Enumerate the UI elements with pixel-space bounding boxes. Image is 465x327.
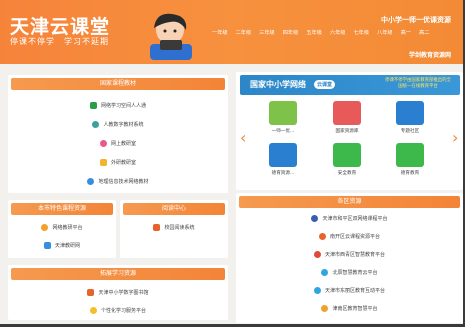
list-item[interactable]: 天津教研网 bbox=[8, 242, 116, 249]
screen-icon bbox=[396, 143, 424, 167]
dot-icon bbox=[321, 305, 329, 312]
grade-link[interactable]: 二年级 bbox=[232, 29, 256, 36]
national-cloud-banner[interactable]: 国家中小学网络 云课堂 停课不停学由国家教育部推出的全国统一在线教育平台 bbox=[240, 75, 460, 95]
list-item[interactable]: 南开区云课程资源平台 bbox=[236, 233, 463, 240]
book-icon bbox=[153, 224, 161, 231]
list-item[interactable]: 人教数字教材系统 bbox=[8, 121, 228, 128]
list-item[interactable]: 天津市和平区双网络课程平台 bbox=[236, 215, 463, 222]
panel-heading: 阅读中心 bbox=[123, 203, 225, 215]
library-icon bbox=[87, 289, 95, 296]
resource-tile[interactable]: 一师一优... bbox=[264, 101, 302, 134]
list-item[interactable]: 天津市东丽区教育互动平台 bbox=[236, 287, 463, 294]
list-item[interactable]: 北辰智慧教育云平台 bbox=[236, 269, 463, 276]
square-icon bbox=[99, 159, 107, 166]
doc-icon bbox=[396, 101, 424, 125]
dot-icon bbox=[313, 251, 321, 258]
grade-link[interactable]: 八年级 bbox=[373, 29, 397, 36]
browser-page: 天津云课堂 停课不停学 学习不延期 中小学一师一优课资源 一年级 二年级 三年级… bbox=[0, 0, 465, 327]
district-resources-panel: 各区资源 天津市和平区双网络课程平台 南开区云课程资源平台 天津市西青区智慧教育… bbox=[236, 193, 463, 323]
dot-icon bbox=[313, 287, 321, 294]
grade-link[interactable]: 三年级 bbox=[255, 29, 279, 36]
grade-link[interactable]: 七年级 bbox=[349, 29, 373, 36]
grade-link[interactable]: 四年级 bbox=[279, 29, 303, 36]
resource-tile[interactable]: 专题社区 bbox=[391, 101, 429, 134]
extended-learning-panel: 拓展学习资源 天津中小学数字图书馆 个性化学习服务平台 bbox=[8, 265, 228, 320]
star-icon bbox=[89, 307, 97, 314]
list-item[interactable]: 津南区教育智慧平台 bbox=[236, 305, 463, 312]
dot-icon bbox=[311, 215, 319, 222]
banner-title: 国家中小学网络 bbox=[250, 80, 306, 89]
student-mascot-icon bbox=[150, 13, 192, 60]
carousel-prev-arrow[interactable]: ‹ bbox=[240, 128, 246, 147]
site-header: 天津云课堂 停课不停学 学习不延期 中小学一师一优课资源 一年级 二年级 三年级… bbox=[0, 0, 463, 64]
grade-link[interactable]: 一年级 bbox=[208, 29, 232, 36]
list-item[interactable]: 网络教研平台 bbox=[8, 224, 116, 231]
grade-link[interactable]: 高二 bbox=[415, 29, 433, 36]
list-item[interactable]: 外研教研室 bbox=[8, 159, 228, 166]
header-top-link[interactable]: 中小学一师一优课资源 bbox=[381, 15, 451, 25]
banner-badge: 云课堂 bbox=[314, 80, 336, 89]
resource-tile[interactable]: 德育教育 bbox=[391, 143, 429, 176]
cart-icon bbox=[269, 143, 297, 167]
local-course-panel: 本市特色课程资源 网络教研平台 天津教研网 bbox=[8, 200, 116, 258]
national-course-panel: 国家课程教材 网络学习空间人人通 人教数字教材系统 网上教研室 外研教研室 地理… bbox=[8, 75, 228, 193]
circle-icon bbox=[92, 121, 100, 128]
leaf-icon bbox=[43, 242, 51, 249]
grid-icon bbox=[89, 102, 97, 109]
list-item[interactable]: 天津市西青区智慧教育平台 bbox=[236, 251, 463, 258]
grade-link[interactable]: 六年级 bbox=[326, 29, 350, 36]
list-item[interactable]: 网络学习空间人人通 bbox=[8, 102, 228, 109]
list-item[interactable]: 个性化学习服务平台 bbox=[8, 307, 228, 314]
grade-nav: 一年级 二年级 三年级 四年级 五年级 六年级 七年级 八年级 高一 高二 bbox=[208, 29, 433, 36]
globe-icon bbox=[87, 178, 95, 185]
list-item[interactable]: 天津中小学数字图书馆 bbox=[8, 289, 228, 296]
panel-heading: 拓展学习资源 bbox=[11, 268, 225, 280]
library-icon bbox=[333, 101, 361, 125]
panel-heading: 国家课程教材 bbox=[11, 78, 225, 90]
flower-icon bbox=[99, 140, 107, 147]
panel-heading: 各区资源 bbox=[239, 196, 460, 208]
sun-icon bbox=[41, 224, 49, 231]
shield-icon bbox=[333, 143, 361, 167]
list-item[interactable]: 校园阅读系统 bbox=[120, 224, 228, 231]
carousel-next-arrow[interactable]: › bbox=[452, 128, 458, 147]
banner-subtitle: 停课不停学由国家教育部推出的全国统一在线教育平台 bbox=[385, 78, 451, 89]
resource-tile[interactable]: 国家资源库 bbox=[328, 101, 366, 134]
grade-link[interactable]: 高一 bbox=[397, 29, 415, 36]
panel-heading: 本市特色课程资源 bbox=[11, 203, 113, 215]
site-subtitle: 停课不停学 学习不延期 bbox=[10, 37, 109, 46]
dot-icon bbox=[318, 233, 326, 240]
reading-center-panel: 阅读中心 校园阅读系统 bbox=[120, 200, 228, 258]
resource-site-link[interactable]: 学剑教育资源网 bbox=[409, 50, 451, 59]
site-title[interactable]: 天津云课堂 bbox=[10, 12, 110, 39]
resource-tile[interactable]: 安全教育 bbox=[328, 143, 366, 176]
ppt-icon bbox=[269, 101, 297, 125]
list-item[interactable]: 地理信息技术网络教材 bbox=[8, 178, 228, 185]
resource-tile[interactable]: 德育资源... bbox=[264, 143, 302, 176]
grade-link[interactable]: 五年级 bbox=[302, 29, 326, 36]
dot-icon bbox=[321, 269, 329, 276]
list-item[interactable]: 网上教研室 bbox=[8, 140, 228, 147]
